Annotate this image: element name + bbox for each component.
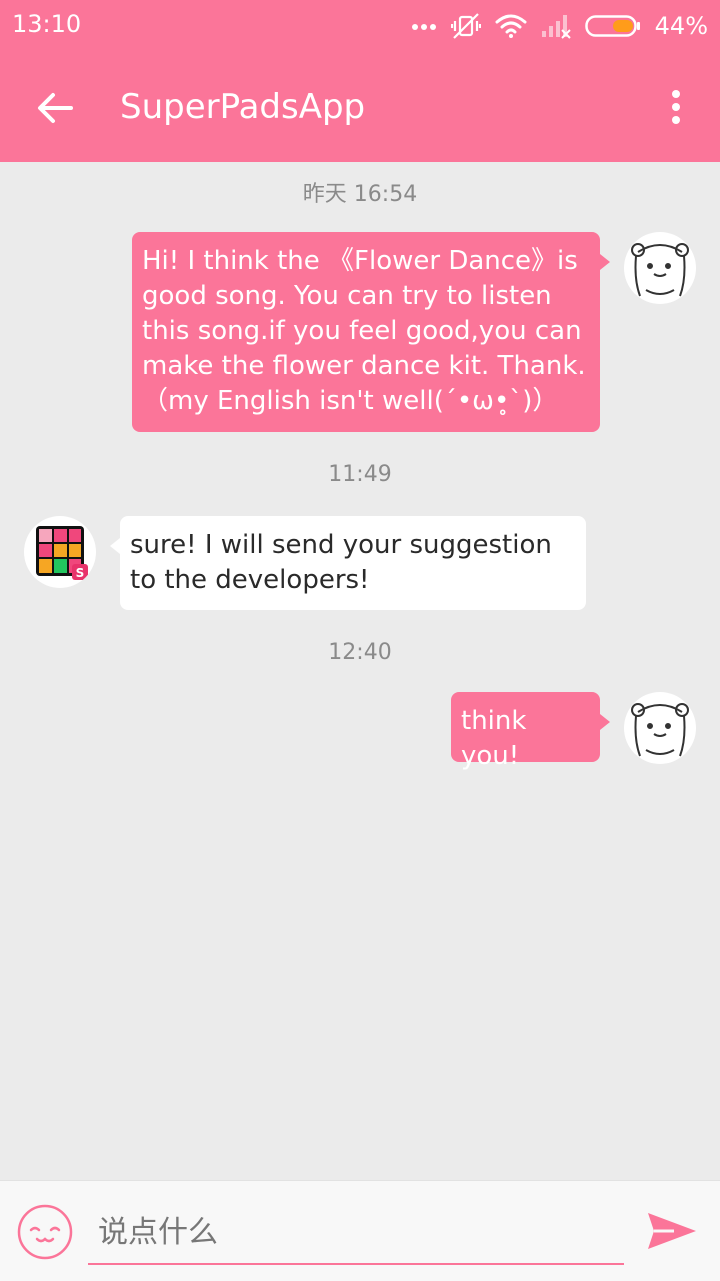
message-line: Hi! I think the 《Flower Dance》is [142, 246, 578, 276]
overflow-menu-button[interactable] [656, 82, 696, 132]
superpads-logo-avatar[interactable]: S [24, 516, 96, 588]
svg-text:S: S [76, 566, 85, 580]
send-button[interactable] [644, 1209, 698, 1253]
status-time: 13:10 [12, 10, 82, 38]
battery-icon [584, 14, 641, 38]
message-bubble-outgoing[interactable]: think you! [451, 692, 610, 771]
more-dots-icon [411, 21, 437, 31]
timestamp: 12:40 [328, 640, 392, 665]
message-line: to the developers! [130, 565, 370, 595]
more-vert-icon [672, 90, 680, 124]
signal-icon [541, 13, 571, 39]
wifi-icon [495, 13, 527, 39]
emoji-button[interactable] [16, 1203, 74, 1261]
app-bar: SuperPadsApp [0, 52, 720, 162]
status-icons: 44% [411, 8, 708, 44]
bear-avatar-icon[interactable] [624, 692, 696, 764]
message-line: good song. You can try to listen [142, 281, 552, 311]
message-bubble-incoming[interactable]: sure! I will send your suggestion to the… [110, 516, 586, 610]
send-icon [648, 1213, 696, 1249]
back-button[interactable] [30, 84, 80, 132]
message-line: this song.if you feel good,you can [142, 316, 582, 346]
battery-percent: 44% [654, 12, 708, 40]
message-line: think you! [461, 706, 527, 771]
arrow-back-icon [38, 93, 73, 123]
vibrate-off-icon [450, 12, 481, 40]
timestamp: 昨天 16:54 [302, 182, 418, 207]
message-line: （my English isn't well(´•ω•̥`)） [142, 386, 559, 416]
message-line: make the flower dance kit. Thank. [142, 351, 586, 381]
message-bubble-outgoing[interactable]: Hi! I think the 《Flower Dance》is good so… [132, 232, 610, 432]
bear-avatar-icon[interactable] [624, 232, 696, 304]
app-title: SuperPadsApp [120, 87, 366, 127]
timestamp: 11:49 [328, 462, 392, 487]
smiley-face-icon [17, 1204, 73, 1260]
composer-bar [0, 1180, 720, 1281]
message-input[interactable] [88, 1201, 624, 1265]
status-bar: 13:10 44% [0, 0, 720, 52]
message-line: sure! I will send your suggestion [130, 530, 552, 560]
